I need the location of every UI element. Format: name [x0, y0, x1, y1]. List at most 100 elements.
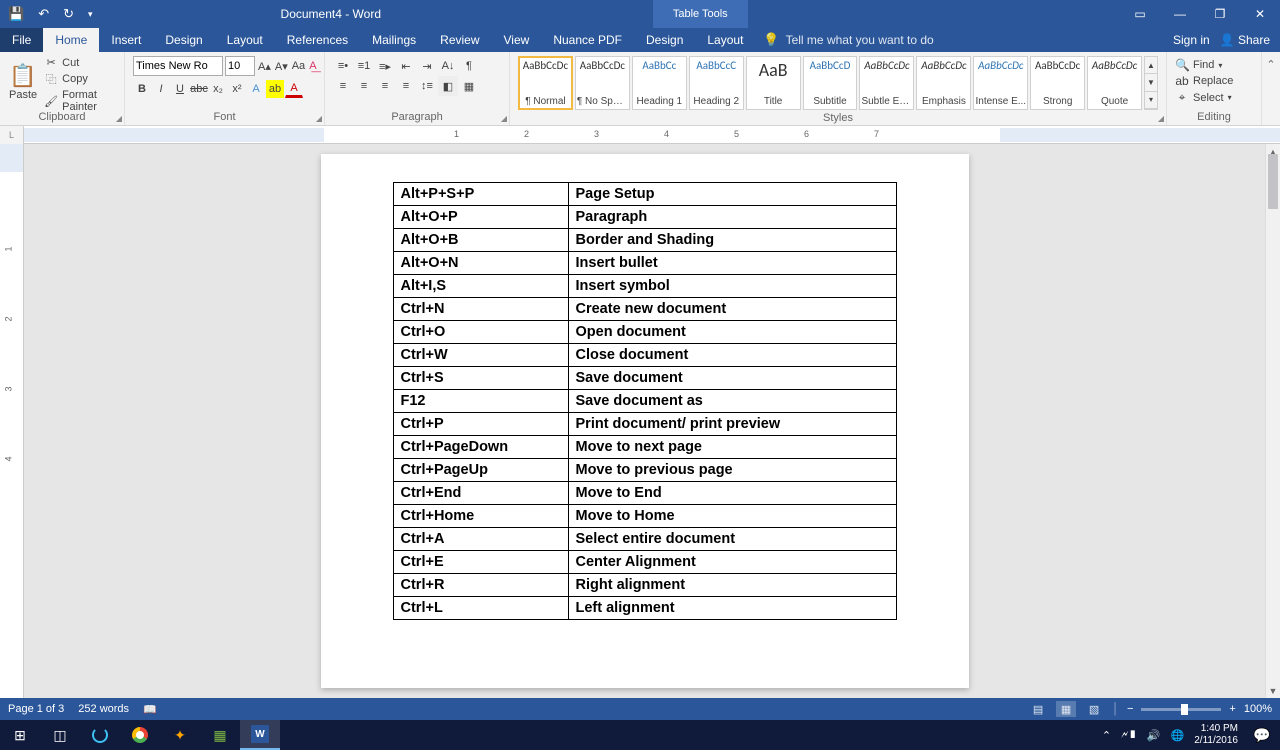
style-quote[interactable]: AaBbCcDcQuote [1087, 56, 1142, 110]
font-size-input[interactable] [225, 56, 255, 76]
ribbon-options-icon[interactable]: ▭ [1120, 0, 1160, 28]
table-row[interactable]: Alt+O+NInsert bullet [393, 252, 896, 275]
read-mode-icon[interactable]: ▤ [1028, 701, 1048, 717]
qat-more-icon[interactable]: ▾ [88, 9, 93, 20]
grow-font-icon[interactable]: A▴ [257, 57, 272, 75]
font-name-input[interactable] [133, 56, 223, 76]
superscript-button[interactable]: x² [228, 80, 246, 98]
tab-design[interactable]: Design [153, 28, 214, 52]
vertical-scrollbar[interactable]: ▲ ▼ [1265, 144, 1280, 698]
tab-view[interactable]: View [492, 28, 542, 52]
word-taskbar-icon[interactable]: W [240, 720, 280, 750]
word-count[interactable]: 252 words [78, 703, 129, 715]
table-row[interactable]: Ctrl+PageUpMove to previous page [393, 459, 896, 482]
subscript-button[interactable]: x₂ [209, 80, 227, 98]
outdent-icon[interactable]: ⇤ [396, 56, 416, 76]
dialog-launcher-icon[interactable]: ◢ [316, 114, 322, 123]
tab-mailings[interactable]: Mailings [360, 28, 428, 52]
shrink-font-icon[interactable]: A▾ [274, 57, 289, 75]
network-icon[interactable]: 🌐 [1171, 729, 1185, 742]
vertical-ruler[interactable]: 1 2 3 4 [0, 144, 24, 698]
notifications-icon[interactable]: 💬 [1248, 720, 1276, 750]
line-spacing-icon[interactable]: ↕≡ [417, 76, 437, 96]
collapse-ribbon-icon[interactable]: ⌃ [1262, 52, 1280, 125]
font-color-icon[interactable]: A [285, 80, 303, 98]
find-button[interactable]: 🔍Find ▾ [1175, 58, 1253, 72]
style-intense-e-[interactable]: AaBbCcDcIntense E... [973, 56, 1028, 110]
bullets-icon[interactable]: ≡• [333, 56, 353, 76]
indent-icon[interactable]: ⇥ [417, 56, 437, 76]
table-row[interactable]: F12Save document as [393, 390, 896, 413]
numbering-icon[interactable]: ≡1 [354, 56, 374, 76]
table-row[interactable]: Ctrl+OOpen document [393, 321, 896, 344]
style-emphasis[interactable]: AaBbCcDcEmphasis [916, 56, 971, 110]
table-row[interactable]: Ctrl+NCreate new document [393, 298, 896, 321]
table-row[interactable]: Alt+I,SInsert symbol [393, 275, 896, 298]
share-button[interactable]: 👤 Share [1220, 33, 1270, 47]
sort-icon[interactable]: A↓ [438, 56, 458, 76]
scroll-down-icon[interactable]: ▼ [1266, 683, 1280, 698]
tab-design[interactable]: Design [634, 28, 695, 52]
tab-file[interactable]: File [0, 28, 43, 52]
page-indicator[interactable]: Page 1 of 3 [8, 703, 64, 715]
battery-icon[interactable]: 🗲▮ [1121, 729, 1137, 742]
italic-button[interactable]: I [152, 80, 170, 98]
table-row[interactable]: Alt+P+S+PPage Setup [393, 183, 896, 206]
gallery-up-icon[interactable]: ▲ [1145, 57, 1157, 74]
undo-icon[interactable]: ↶ [38, 6, 49, 22]
cut-button[interactable]: ✂Cut [44, 56, 116, 69]
strike-button[interactable]: abc [190, 80, 208, 98]
style--no-spac-[interactable]: AaBbCcDc¶ No Spac... [575, 56, 630, 110]
tab-layout[interactable]: Layout [695, 28, 755, 52]
zoom-level[interactable]: 100% [1244, 703, 1272, 715]
table-row[interactable]: Ctrl+WClose document [393, 344, 896, 367]
highlight-icon[interactable]: ab [266, 80, 284, 98]
table-row[interactable]: Ctrl+PPrint document/ print preview [393, 413, 896, 436]
clear-format-icon[interactable]: A͟ [308, 57, 317, 75]
table-row[interactable]: Ctrl+PageDownMove to next page [393, 436, 896, 459]
gallery-down-icon[interactable]: ▼ [1145, 74, 1157, 91]
borders-icon[interactable]: ▦ [459, 76, 479, 96]
app-icon-1[interactable]: ✦ [160, 720, 200, 750]
tab-references[interactable]: References [275, 28, 360, 52]
replace-button[interactable]: abReplace [1175, 74, 1253, 88]
style-subtitle[interactable]: AaBbCcDSubtitle [803, 56, 858, 110]
show-marks-icon[interactable]: ¶ [459, 56, 479, 76]
zoom-out-icon[interactable]: − [1127, 703, 1133, 715]
document-scroll[interactable]: Alt+P+S+PPage SetupAlt+O+PParagraphAlt+O… [24, 144, 1265, 698]
app-icon-2[interactable]: ▦ [200, 720, 240, 750]
clock[interactable]: 1:40 PM 2/11/2016 [1194, 723, 1238, 747]
style-title[interactable]: AaBTitle [746, 56, 801, 110]
align-left-icon[interactable]: ≡ [333, 76, 353, 96]
align-right-icon[interactable]: ≡ [375, 76, 395, 96]
redo-icon[interactable]: ↻ [63, 6, 74, 22]
horizontal-ruler[interactable]: L 1 2 3 4 5 6 7 [0, 126, 1280, 144]
start-button[interactable]: ⊞ [0, 720, 40, 750]
change-case-icon[interactable]: Aa [291, 57, 306, 75]
align-center-icon[interactable]: ≡ [354, 76, 374, 96]
table-row[interactable]: Ctrl+ASelect entire document [393, 528, 896, 551]
print-layout-icon[interactable]: ▦ [1056, 701, 1076, 717]
tab-review[interactable]: Review [428, 28, 491, 52]
table-row[interactable]: Alt+O+BBorder and Shading [393, 229, 896, 252]
table-row[interactable]: Ctrl+EndMove to End [393, 482, 896, 505]
spell-check-icon[interactable]: 📖 [143, 703, 157, 716]
table-row[interactable]: Ctrl+LLeft alignment [393, 597, 896, 620]
multilevel-icon[interactable]: ≡▸ [375, 56, 395, 76]
table-row[interactable]: Ctrl+ECenter Alignment [393, 551, 896, 574]
style--normal[interactable]: AaBbCcDc¶ Normal [518, 56, 573, 110]
table-row[interactable]: Ctrl+SSave document [393, 367, 896, 390]
sign-in-link[interactable]: Sign in [1173, 33, 1210, 47]
document-page[interactable]: Alt+P+S+PPage SetupAlt+O+PParagraphAlt+O… [321, 154, 969, 688]
shading-icon[interactable]: ◧ [438, 76, 458, 96]
style-subtle-em-[interactable]: AaBbCcDcSubtle Em... [859, 56, 914, 110]
scroll-thumb[interactable] [1268, 154, 1278, 209]
maximize-icon[interactable]: ❐ [1200, 0, 1240, 28]
table-row[interactable]: Ctrl+HomeMove to Home [393, 505, 896, 528]
minimize-icon[interactable]: — [1160, 0, 1200, 28]
gallery-more-icon[interactable]: ▾ [1145, 92, 1157, 109]
paste-button[interactable]: 📋 Paste [8, 56, 38, 108]
select-button[interactable]: ⌖Select ▾ [1175, 90, 1253, 105]
style-heading-1[interactable]: AaBbCcHeading 1 [632, 56, 687, 110]
style-strong[interactable]: AaBbCcDcStrong [1030, 56, 1085, 110]
